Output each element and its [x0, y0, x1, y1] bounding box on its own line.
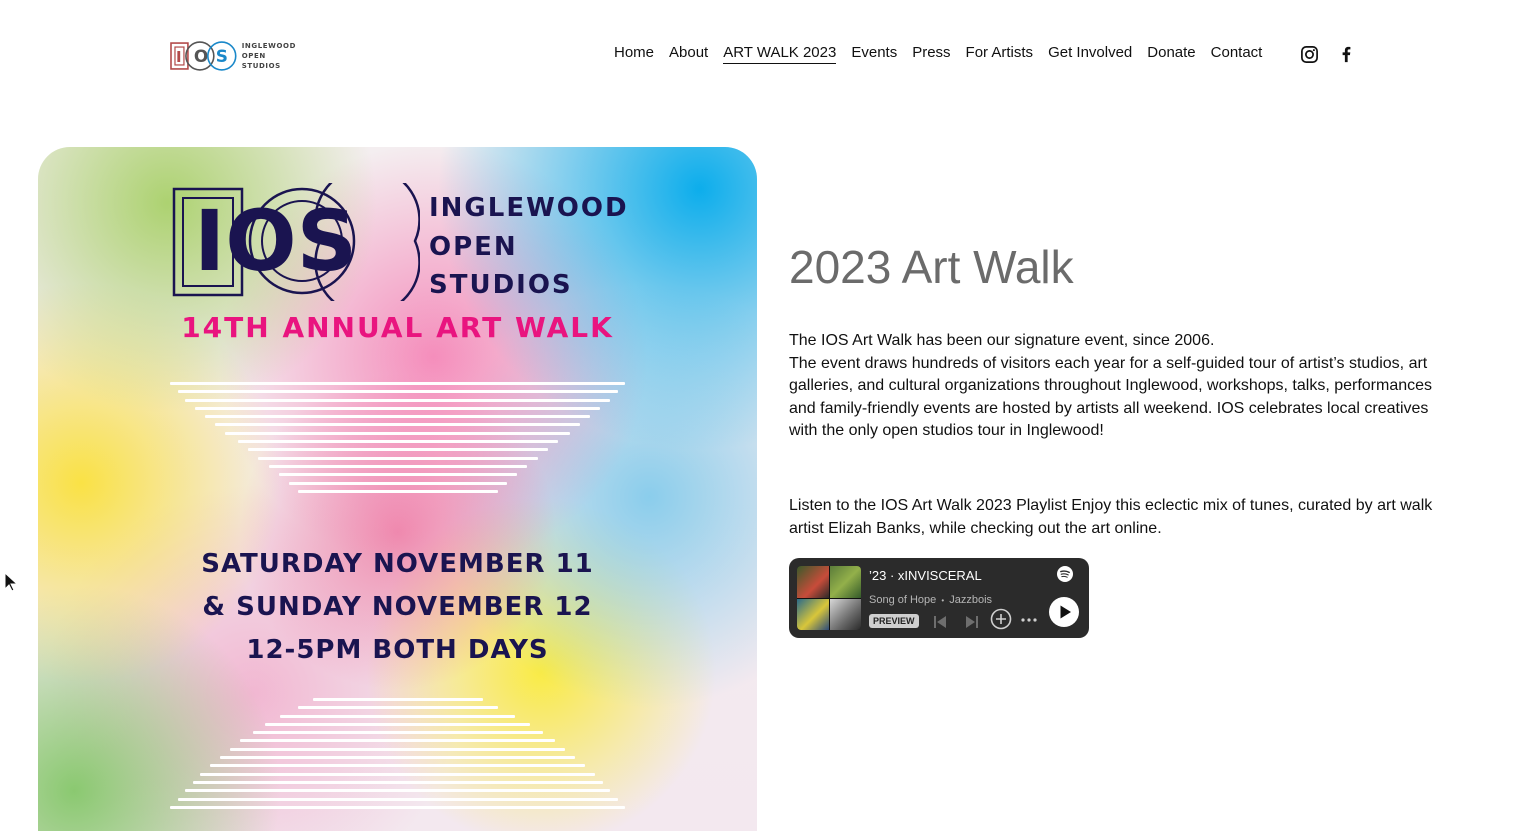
- track-artist[interactable]: Jazzbois: [949, 594, 992, 606]
- poster-date-line-1: SATURDAY NOVEMBER 11: [201, 549, 594, 579]
- poster-subtitle: 14TH ANNUAL ART WALK: [181, 311, 614, 344]
- art-walk-poster: IOS INGLEWOOD OPEN STUDIOS 14TH ANNUAL A…: [38, 147, 757, 831]
- nav-art-walk-2023[interactable]: ART WALK 2023: [723, 44, 837, 64]
- logo-line-3: STUDIOS: [241, 62, 281, 70]
- poster-stripe: [170, 805, 625, 809]
- poster-stripe: [278, 473, 517, 477]
- poster-stripe: [185, 789, 610, 793]
- poster-date-line-2: & SUNDAY NOVEMBER 12: [202, 592, 593, 622]
- poster-stripe: [288, 481, 507, 485]
- poster-stripes-bottom: [38, 698, 757, 814]
- previous-track-icon[interactable]: [930, 612, 950, 632]
- poster-date-line-3: 12-5PM BOTH DAYS: [246, 635, 549, 665]
- poster-name-line-3: STUDIOS: [429, 270, 573, 300]
- intro-line-1: The IOS Art Walk has been our signature …: [789, 332, 1215, 349]
- poster-stripe: [230, 747, 565, 751]
- poster-stripe: [225, 431, 570, 435]
- poster-stripe: [192, 780, 603, 784]
- svg-text:O: O: [194, 46, 208, 66]
- nav-for-artists[interactable]: For Artists: [966, 44, 1034, 64]
- poster-stripe: [312, 698, 483, 701]
- instagram-icon[interactable]: [1300, 45, 1319, 64]
- site-header: O S I INGLEWOOD OPEN STUDIOS Home About …: [0, 0, 1514, 110]
- spotify-icon[interactable]: [1057, 566, 1073, 582]
- ios-logo-mark: O S I: [170, 41, 237, 71]
- facebook-icon[interactable]: [1337, 45, 1356, 64]
- poster-stripe: [170, 382, 625, 385]
- poster-name-line-2: OPEN: [429, 231, 518, 262]
- social-links: [1300, 45, 1356, 64]
- playlist-cover: [797, 566, 861, 630]
- poster-stripe: [247, 448, 548, 452]
- logo-line-1: INGLEWOOD: [241, 42, 296, 50]
- intro-line-2: The event draws hundreds of visitors eac…: [789, 354, 1433, 440]
- poster-stripe: [205, 415, 590, 419]
- nav-press[interactable]: Press: [912, 44, 950, 64]
- poster-stripe: [265, 722, 530, 726]
- poster-stripe: [210, 764, 585, 768]
- poster-stripe: [215, 423, 580, 427]
- site-logo[interactable]: O S I INGLEWOOD OPEN STUDIOS: [170, 38, 296, 74]
- nav-donate[interactable]: Donate: [1147, 44, 1195, 64]
- logo-wordmark: INGLEWOOD OPEN STUDIOS: [242, 41, 296, 71]
- nav-contact[interactable]: Contact: [1211, 44, 1263, 64]
- nav-about[interactable]: About: [669, 44, 708, 64]
- spotify-embed[interactable]: ’23 · xINVISCERAL Song of Hope • Jazzboi…: [789, 558, 1089, 638]
- intro-paragraph: The IOS Art Walk has been our signature …: [789, 330, 1459, 443]
- nav-events[interactable]: Events: [851, 44, 897, 64]
- poster-stripe: [280, 714, 515, 718]
- preview-badge: PREVIEW: [869, 614, 919, 628]
- poster-stripe: [240, 739, 555, 743]
- track-title[interactable]: Song of Hope: [869, 594, 936, 606]
- main-nav: Home About ART WALK 2023 Events Press Fo…: [614, 44, 1262, 64]
- page-title: 2023 Art Walk: [789, 241, 1074, 293]
- svg-text:S: S: [216, 46, 228, 66]
- logo-line-2: OPEN: [241, 52, 266, 60]
- add-icon[interactable]: [990, 608, 1012, 630]
- poster-stripe: [268, 464, 527, 468]
- track-separator: •: [941, 596, 945, 605]
- playlist-paragraph: Listen to the IOS Art Walk 2023 Playlist…: [789, 497, 1433, 537]
- poster-stripe: [252, 731, 543, 735]
- play-button[interactable]: [1049, 597, 1079, 627]
- poster-name-line-1: INGLEWOOD: [429, 193, 629, 223]
- nav-home[interactable]: Home: [614, 44, 654, 64]
- more-icon[interactable]: [1019, 610, 1039, 630]
- svg-text:IOS: IOS: [194, 192, 357, 290]
- nav-get-involved[interactable]: Get Involved: [1048, 44, 1132, 64]
- poster-stripe: [177, 390, 618, 394]
- poster-stripe: [195, 406, 600, 410]
- poster-stripe: [257, 456, 538, 460]
- play-icon: [1060, 605, 1071, 619]
- poster-dates: SATURDAY NOVEMBER 11 & SUNDAY NOVEMBER 1…: [38, 543, 757, 672]
- poster-stripe: [297, 706, 498, 710]
- track-info: Song of Hope • Jazzbois: [869, 594, 992, 606]
- playlist-title[interactable]: ’23 · xINVISCERAL: [869, 568, 982, 583]
- mouse-cursor-icon: [4, 572, 18, 592]
- svg-text:I: I: [176, 48, 182, 66]
- poster-stripe: [297, 489, 498, 493]
- poster-stripe: [177, 797, 618, 801]
- poster-org-name: INGLEWOOD OPEN STUDIOS: [429, 189, 629, 305]
- poster-stripe: [185, 398, 610, 402]
- next-track-icon[interactable]: [962, 612, 982, 632]
- poster-stripes-top: [38, 382, 757, 498]
- poster-stripe: [220, 756, 575, 760]
- poster-ios-mark: IOS: [172, 183, 420, 301]
- poster-stripe: [200, 772, 595, 776]
- poster-stripe: [237, 440, 558, 444]
